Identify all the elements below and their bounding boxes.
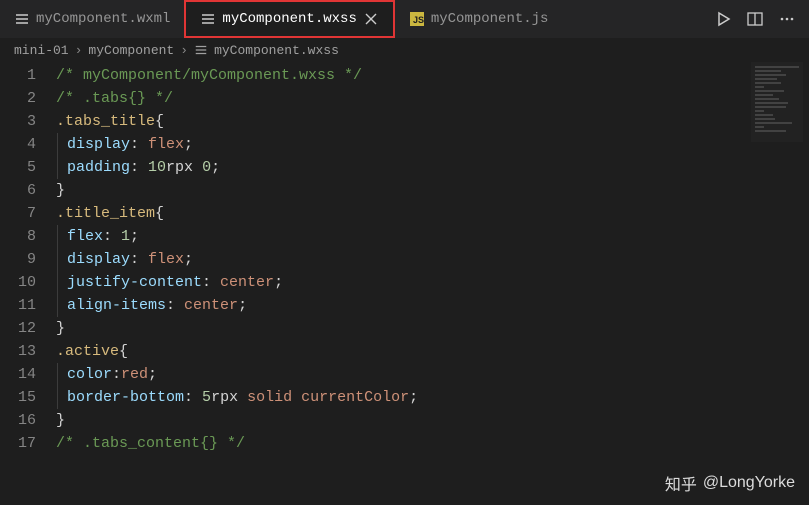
tab-label: myComponent.wxml	[36, 11, 170, 27]
line-number: 1	[0, 64, 56, 87]
split-editor-icon[interactable]	[747, 11, 763, 27]
chevron-right-icon: ›	[180, 43, 188, 58]
close-icon[interactable]	[363, 11, 379, 27]
line-number: 14	[0, 363, 56, 386]
line-number: 4	[0, 133, 56, 156]
line-number: 6	[0, 179, 56, 202]
line-number: 11	[0, 294, 56, 317]
line-number: 5	[0, 156, 56, 179]
line-number: 12	[0, 317, 56, 340]
wxml-file-icon	[14, 11, 30, 27]
more-icon[interactable]	[779, 11, 795, 27]
line-number: 17	[0, 432, 56, 455]
crumb-folder[interactable]: myComponent	[88, 43, 174, 58]
line-number: 9	[0, 248, 56, 271]
line-number: 3	[0, 110, 56, 133]
tab-bar: myComponent.wxml myComponent.wxss JS myC…	[0, 0, 809, 38]
line-number: 16	[0, 409, 56, 432]
tab-label: myComponent.js	[431, 11, 549, 27]
wxss-file-icon	[194, 43, 208, 57]
line-number: 7	[0, 202, 56, 225]
line-number: 8	[0, 225, 56, 248]
tab-label: myComponent.wxss	[222, 11, 356, 27]
js-file-icon: JS	[409, 11, 425, 27]
crumb-file[interactable]: myComponent.wxss	[214, 43, 339, 58]
tab-js[interactable]: JS myComponent.js	[395, 0, 563, 38]
brand-label: 知乎	[665, 471, 697, 495]
chevron-right-icon: ›	[75, 43, 83, 58]
line-number: 10	[0, 271, 56, 294]
breadcrumb[interactable]: mini-01 › myComponent › myComponent.wxss	[0, 38, 809, 62]
run-icon[interactable]	[715, 11, 731, 27]
svg-text:JS: JS	[413, 15, 424, 25]
wxss-file-icon	[200, 11, 216, 27]
watermark: 知乎 @LongYorke	[665, 471, 795, 495]
crumb-root[interactable]: mini-01	[14, 43, 69, 58]
line-number: 2	[0, 87, 56, 110]
user-handle: @LongYorke	[703, 474, 795, 492]
line-number: 13	[0, 340, 56, 363]
code-editor[interactable]: 1/* myComponent/myComponent.wxss */ 2/* …	[0, 62, 809, 455]
line-number: 15	[0, 386, 56, 409]
tab-wxss[interactable]: myComponent.wxss	[184, 0, 394, 38]
editor-actions	[715, 11, 809, 27]
tab-wxml[interactable]: myComponent.wxml	[0, 0, 184, 38]
